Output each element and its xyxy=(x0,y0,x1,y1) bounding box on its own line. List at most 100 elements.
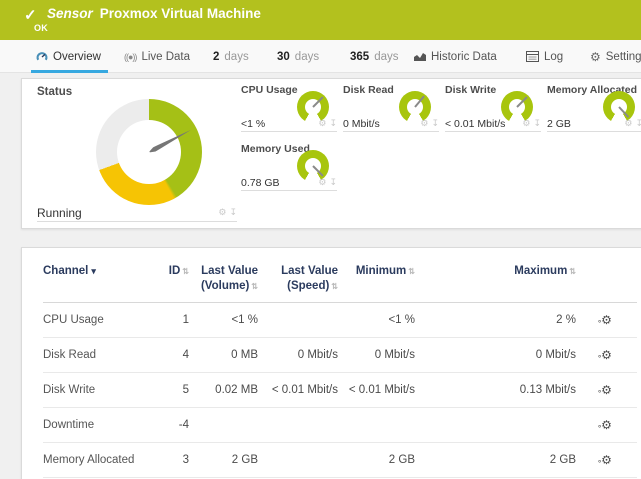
cell-last-value-volume: 2 GB xyxy=(189,442,258,477)
tab-overview-label: Overview xyxy=(53,51,101,63)
status-tile-title: Status xyxy=(37,86,237,98)
channel-gear-icon[interactable]: ⚙ xyxy=(318,119,326,128)
status-gauge-tile: Status Running ⚙ ↧ xyxy=(37,86,237,224)
column-header-last-value-volume[interactable]: Last Value (Volume)⇅ xyxy=(189,262,258,302)
cell-last-value-speed: < 0.01 Mbit/s xyxy=(258,372,338,407)
gear-icon: ⚙ xyxy=(590,51,601,63)
cell-actions: ⚙ xyxy=(576,302,637,337)
gauge-value: 0 Mbit/s xyxy=(343,118,380,130)
channel-gear-icon[interactable]: ⚙ xyxy=(420,119,428,128)
gauge-value: 0.78 GB xyxy=(241,177,280,189)
table-row: Downtime -4 ⚙ xyxy=(43,407,637,442)
sort-icon: ⇅ xyxy=(408,267,415,276)
live-signal-icon: ((●)) xyxy=(124,52,136,62)
cell-id: -4 xyxy=(161,407,189,442)
gauge-footer: < 0.01 Mbit/s ⚙ ↧ xyxy=(445,116,541,132)
sort-desc-icon: ▾ xyxy=(91,266,96,276)
sensor-header: ✓ Sensor Proxmox Virtual Machine OK xyxy=(0,0,641,40)
channel-pin-icon[interactable]: ↧ xyxy=(431,119,439,128)
cell-actions: ⚙ xyxy=(576,372,637,407)
tab-bar: Overview ((●)) Live Data 2 days 30 days … xyxy=(0,40,641,73)
table-row: Memory Allocated 3 2 GB 2 GB 2 GB ⚙ xyxy=(43,442,637,477)
cell-minimum: < 0.01 Mbit/s xyxy=(338,372,415,407)
tab-log-label: Log xyxy=(544,51,563,63)
column-header-channel[interactable]: Channel▾ xyxy=(43,262,161,302)
channel-settings-gear-icon[interactable]: ⚙ xyxy=(601,313,612,327)
tab-365-days[interactable]: 365 days xyxy=(350,40,398,73)
tab-30-days-number: 30 xyxy=(277,51,290,63)
channel-gauge-tile: Disk Write < 0.01 Mbit/s ⚙ ↧ xyxy=(445,84,541,132)
cell-maximum: 2 GB xyxy=(415,442,576,477)
channel-pin-icon[interactable]: ↧ xyxy=(329,178,337,187)
tab-30-days-unit: days xyxy=(295,51,319,63)
table-row: CPU Usage 1 <1 % <1 % 2 % ⚙ xyxy=(43,302,637,337)
gauge-footer: 2 GB ⚙ ↧ xyxy=(547,116,641,132)
sensor-kind-label: Sensor xyxy=(47,6,93,21)
cell-id: 4 xyxy=(161,337,189,372)
channel-settings-gear-icon[interactable]: ⚙ xyxy=(601,348,612,362)
tab-historic-data[interactable]: Historic Data xyxy=(414,40,497,73)
ok-check-icon: ✓ xyxy=(24,6,37,24)
cell-minimum xyxy=(338,407,415,442)
channel-gear-icon[interactable]: ⚙ xyxy=(218,208,226,217)
tab-settings-label: Settings xyxy=(606,51,641,63)
cell-last-value-speed: 0 Mbit/s xyxy=(258,337,338,372)
channel-gauge-tile: Memory Used 0.78 GB ⚙ ↧ xyxy=(241,143,337,191)
channel-pin-icon[interactable]: ↧ xyxy=(635,119,641,128)
cell-channel: Disk Write xyxy=(43,372,161,407)
cell-channel: Memory Allocated xyxy=(43,442,161,477)
cell-maximum: 0 Mbit/s xyxy=(415,337,576,372)
cell-minimum: <1 % xyxy=(338,302,415,337)
tab-2-days[interactable]: 2 days xyxy=(213,40,249,73)
tab-2-days-unit: days xyxy=(224,51,248,63)
tab-log[interactable]: Log xyxy=(526,40,563,73)
channel-gear-icon[interactable]: ⚙ xyxy=(318,178,326,187)
column-header-last-value-speed[interactable]: Last Value (Speed)⇅ xyxy=(258,262,338,302)
cell-last-value-volume: 0.02 MB xyxy=(189,372,258,407)
channel-gauge-tile: Disk Read 0 Mbit/s ⚙ ↧ xyxy=(343,84,439,132)
sensor-title-line: Sensor Proxmox Virtual Machine xyxy=(47,6,261,21)
column-header-id[interactable]: ID⇅ xyxy=(161,262,189,302)
cell-last-value-volume: <1 % xyxy=(189,302,258,337)
status-tile-footer: Running ⚙ ↧ xyxy=(37,204,237,222)
channel-settings-gear-icon[interactable]: ⚙ xyxy=(601,453,612,467)
cell-id: 1 xyxy=(161,302,189,337)
tab-live-data[interactable]: ((●)) Live Data xyxy=(124,40,190,73)
table-row: Disk Read 4 0 MB 0 Mbit/s 0 Mbit/s 0 Mbi… xyxy=(43,337,637,372)
channel-settings-gear-icon[interactable]: ⚙ xyxy=(601,383,612,397)
column-header-maximum[interactable]: Maximum⇅ xyxy=(415,262,576,302)
tab-overview[interactable]: Overview xyxy=(36,40,101,73)
column-header-minimum[interactable]: Minimum⇅ xyxy=(338,262,415,302)
channel-table: Channel▾ ID⇅ Last Value (Volume)⇅ Last V… xyxy=(43,262,637,479)
status-gauge xyxy=(96,99,202,205)
cell-id: 3 xyxy=(161,442,189,477)
tab-settings[interactable]: ⚙ Settings xyxy=(590,40,641,73)
tab-live-data-label: Live Data xyxy=(141,51,190,63)
channel-pin-icon[interactable]: ↧ xyxy=(533,119,541,128)
overview-gauges-panel: Status Running ⚙ ↧ CPU Usage <1 % ⚙ xyxy=(21,78,641,229)
cell-channel: Downtime xyxy=(43,407,161,442)
channel-gear-icon[interactable]: ⚙ xyxy=(624,119,632,128)
log-list-icon xyxy=(526,51,539,62)
sort-icon: ⇅ xyxy=(251,282,258,291)
bar-chart-icon xyxy=(414,51,426,62)
sensor-status-text: OK xyxy=(34,23,48,33)
gauge-icon xyxy=(36,51,48,63)
sort-icon: ⇅ xyxy=(331,282,338,291)
channel-settings-gear-icon[interactable]: ⚙ xyxy=(601,418,612,432)
tab-30-days[interactable]: 30 days xyxy=(277,40,319,73)
channel-gauge-tile: Memory Allocated 2 GB ⚙ ↧ xyxy=(547,84,641,132)
channel-pin-icon[interactable]: ↧ xyxy=(329,119,337,128)
cell-maximum xyxy=(415,407,576,442)
gauge-value: 2 GB xyxy=(547,118,571,130)
tab-historic-data-label: Historic Data xyxy=(431,51,497,63)
channel-pin-icon[interactable]: ↧ xyxy=(229,208,237,217)
sensor-title: Proxmox Virtual Machine xyxy=(100,6,261,21)
cell-id: 5 xyxy=(161,372,189,407)
tab-365-days-unit: days xyxy=(374,51,398,63)
channel-gear-icon[interactable]: ⚙ xyxy=(522,119,530,128)
cell-actions: ⚙ xyxy=(576,442,637,477)
cell-last-value-speed xyxy=(258,407,338,442)
gauge-footer: <1 % ⚙ ↧ xyxy=(241,116,337,132)
sort-icon: ⇅ xyxy=(569,267,576,276)
